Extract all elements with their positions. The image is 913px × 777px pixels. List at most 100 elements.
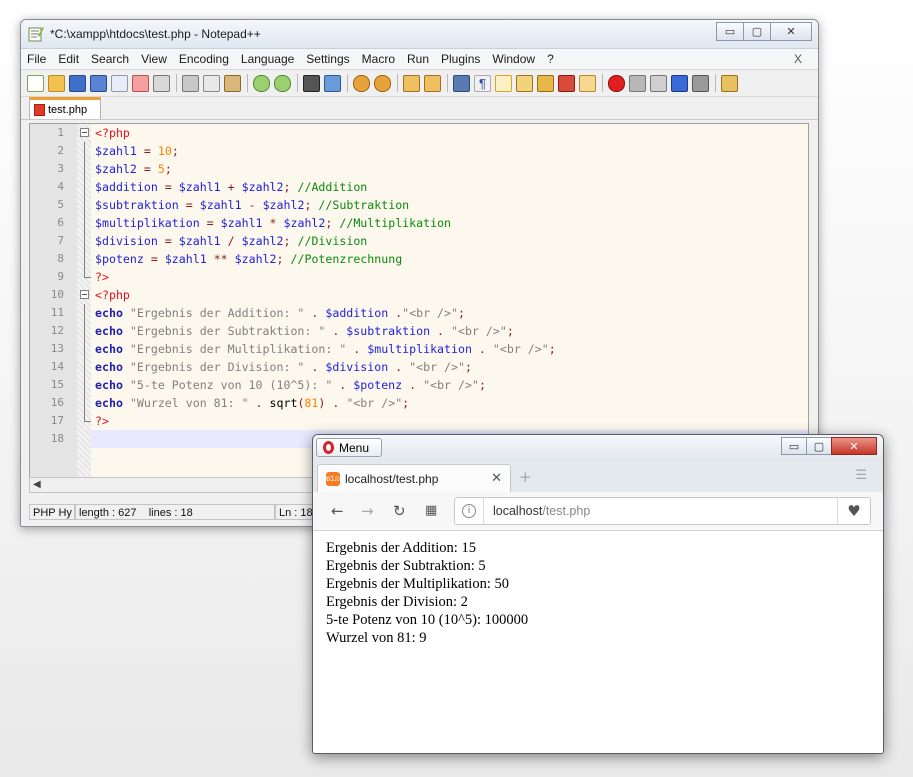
save-all-icon[interactable] <box>90 74 107 92</box>
code-line[interactable]: 2 $zahl1 = 10; <box>57 142 808 160</box>
menu-run[interactable]: Run <box>401 52 435 66</box>
sync-horizontal-icon[interactable] <box>424 74 441 92</box>
user-language-icon[interactable] <box>516 74 533 92</box>
menu-file[interactable]: File <box>21 52 52 66</box>
open-file-icon[interactable] <box>48 74 65 92</box>
new-file-icon[interactable] <box>27 74 44 92</box>
close-file-icon[interactable] <box>111 74 128 92</box>
replace-icon[interactable] <box>324 74 341 92</box>
code-line[interactable]: 11 echo "Ergebnis der Addition: " . $addi… <box>51 304 808 322</box>
output-line: Ergebnis der Addition: 15 <box>326 540 476 556</box>
status-length-lines: length : 627 lines : 18 <box>75 504 275 520</box>
site-info-icon[interactable]: i <box>462 504 476 518</box>
code-line[interactable]: 17 ?> <box>51 412 808 430</box>
reload-icon[interactable]: ↻ <box>393 502 406 520</box>
code-line[interactable]: 15 echo "5-te Potenz von 10 (10^5): " . $… <box>51 376 808 394</box>
cut-icon[interactable] <box>182 74 199 92</box>
scroll-left-icon[interactable]: ◀ <box>33 479 41 490</box>
status-lines: lines : 18 <box>148 507 193 519</box>
horizontal-scrollbar[interactable]: ◀ <box>29 477 319 493</box>
code-line[interactable]: 1 <?php <box>57 124 808 142</box>
paste-icon[interactable] <box>224 74 241 92</box>
close-document-button[interactable]: X <box>788 52 808 66</box>
sync-vertical-icon[interactable] <box>403 74 420 92</box>
indent-guide-icon[interactable] <box>495 74 512 92</box>
tab-menu-icon[interactable]: ☰ <box>855 468 867 483</box>
code-line[interactable]: 10 <?php <box>51 286 808 304</box>
browser-minimize-button[interactable]: ▭ <box>781 437 807 455</box>
fold-toggle-icon[interactable] <box>78 124 92 142</box>
browser-tab-localhost[interactable]: ೠ localhost/test.php ✕ <box>317 464 511 492</box>
back-icon[interactable]: ← <box>331 502 344 520</box>
toolbar-separator <box>247 74 248 92</box>
stop-macro-icon[interactable] <box>629 74 646 92</box>
code-token: echo <box>95 342 123 356</box>
folder-workspace-icon[interactable] <box>579 74 596 92</box>
new-tab-icon[interactable]: + <box>519 468 532 486</box>
code-line[interactable]: 8 $potenz = $zahl1 ** $zahl2; //Potenzrec… <box>57 250 808 268</box>
show-all-chars-icon[interactable]: ¶ <box>474 74 491 92</box>
doc-map-icon[interactable] <box>537 74 554 92</box>
browser-maximize-button[interactable]: ▢ <box>806 437 832 455</box>
browser-menu-button[interactable]: Menu <box>316 438 382 457</box>
word-wrap-icon[interactable] <box>453 74 470 92</box>
code-line[interactable]: 6 $multiplikation = $zahl1 * $zahl2; //Mu… <box>57 214 808 232</box>
output-line: Ergebnis der Division: 2 <box>326 594 468 610</box>
code-line[interactable]: 3 $zahl2 = 5; <box>57 160 808 178</box>
line-number: 17 <box>50 414 64 427</box>
code-line[interactable]: 12 echo "Ergebnis der Subtraktion: " . $s… <box>51 322 808 340</box>
minimize-button[interactable]: ▭ <box>716 22 744 41</box>
close-all-icon[interactable] <box>132 74 149 92</box>
address-bar[interactable]: i localhost/test.php ♥ <box>454 497 871 525</box>
record-macro-icon[interactable] <box>608 74 625 92</box>
menu-settings[interactable]: Settings <box>300 52 355 66</box>
code-text: ?> <box>95 412 109 430</box>
line-number: 8 <box>57 252 64 265</box>
plugin-icon[interactable] <box>721 74 738 92</box>
close-button[interactable]: ✕ <box>770 22 812 41</box>
menu-help[interactable]: ? <box>541 52 560 66</box>
code-line[interactable]: 7 $division = $zahl1 / $zahl2; //Division <box>57 232 808 250</box>
menu-window[interactable]: Window <box>486 52 541 66</box>
code-line[interactable]: 13 echo "Ergebnis der Multiplikation: " .… <box>51 340 808 358</box>
code-token: "<br />" <box>402 306 458 320</box>
maximize-button[interactable]: ▢ <box>743 22 771 41</box>
url-host: localhost <box>493 504 543 518</box>
code-line[interactable]: 4 $addition = $zahl1 + $zahl2; //Addition <box>57 178 808 196</box>
menu-encoding[interactable]: Encoding <box>173 52 235 66</box>
menu-language[interactable]: Language <box>235 52 300 66</box>
code-line[interactable]: 9 ?> <box>57 268 808 286</box>
save-macro-icon[interactable] <box>692 74 709 92</box>
print-icon[interactable] <box>153 74 170 92</box>
browser-window: Menu ▭ ▢ ✕ ೠ localhost/test.php ✕ + ☰ ← … <box>312 434 884 754</box>
menu-search[interactable]: Search <box>85 52 135 66</box>
tab-close-icon[interactable]: ✕ <box>491 470 502 486</box>
speed-dial-icon[interactable]: ▦ <box>425 503 437 518</box>
browser-close-button[interactable]: ✕ <box>831 437 877 455</box>
fold-toggle-icon[interactable] <box>78 286 92 304</box>
run-macro-multiple-icon[interactable] <box>671 74 688 92</box>
code-line[interactable]: 5 $subtraktion = $zahl1 - $zahl2; //Subtr… <box>57 196 808 214</box>
menu-edit[interactable]: Edit <box>52 52 85 66</box>
save-icon[interactable] <box>69 74 86 92</box>
code-line[interactable]: 16 echo "Wurzel von 81: " . sqrt(81) . "<… <box>51 394 808 412</box>
code-area[interactable]: 1 <?php 2 $zahl1 = 10; 3 $zahl2 = 5; 4 $additio… <box>51 124 808 478</box>
menu-plugins[interactable]: Plugins <box>435 52 486 66</box>
play-macro-icon[interactable] <box>650 74 667 92</box>
menu-macro[interactable]: Macro <box>356 52 401 66</box>
tab-test-php[interactable]: test.php <box>29 97 101 119</box>
function-list-icon[interactable] <box>558 74 575 92</box>
redo-icon[interactable] <box>274 74 291 92</box>
copy-icon[interactable] <box>203 74 220 92</box>
code-token: = <box>136 162 158 176</box>
find-icon[interactable] <box>303 74 320 92</box>
bookmark-heart-icon[interactable]: ♥ <box>837 498 870 524</box>
zoom-in-icon[interactable] <box>353 74 370 92</box>
zoom-out-icon[interactable] <box>374 74 391 92</box>
code-editor[interactable]: 1 <?php 2 $zahl1 = 10; 3 $zahl2 = 5; 4 $additio… <box>29 123 809 479</box>
forward-icon[interactable]: → <box>361 502 374 520</box>
code-line[interactable]: 14 echo "Ergebnis der Division: " . $divi… <box>51 358 808 376</box>
undo-icon[interactable] <box>253 74 270 92</box>
code-token: . <box>248 396 270 410</box>
menu-view[interactable]: View <box>135 52 173 66</box>
